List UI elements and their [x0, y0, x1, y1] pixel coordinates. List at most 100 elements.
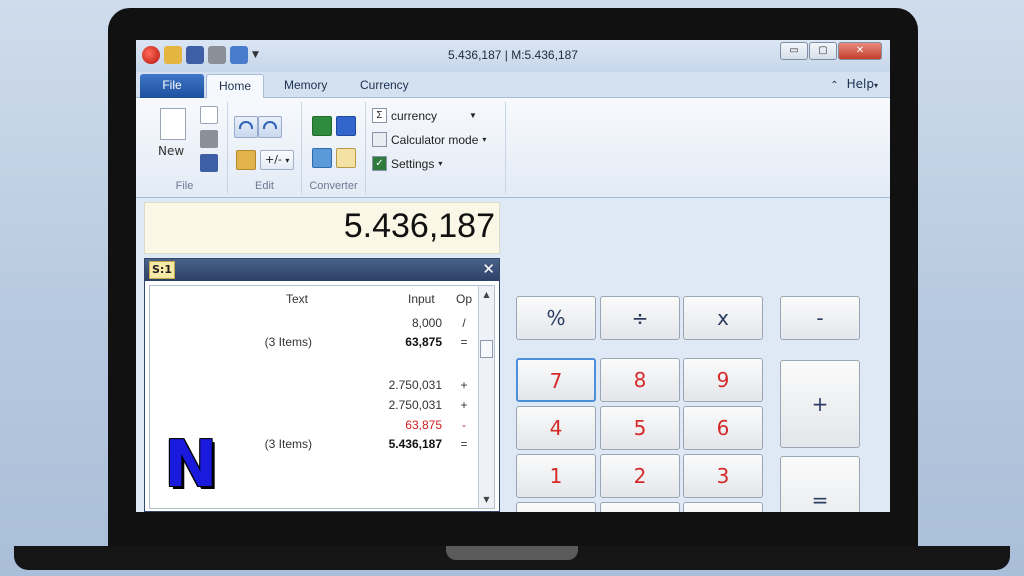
digit-0-button[interactable]: 0 — [516, 502, 596, 512]
result-display: 5.436,187 — [144, 202, 500, 254]
file-group-label: File — [175, 180, 194, 192]
plus-button[interactable]: + — [780, 360, 860, 448]
double-zero-button[interactable]: 00 — [600, 502, 680, 512]
tape-scrollbar[interactable]: ▲ ▼ — [478, 286, 494, 508]
settings-dropdown-icon: ▾ — [438, 159, 443, 168]
help-menu[interactable]: ⌃ Help▾ — [830, 77, 878, 91]
divide-button[interactable]: ÷ — [600, 296, 680, 340]
row-input: 63,875 — [405, 335, 442, 349]
tape-panel: S:1 ✕ Text Input Op 8,000 / (3 Items) 63… — [144, 258, 500, 512]
currency-menu-label: currency — [391, 108, 438, 123]
calculator-mode-menu[interactable]: Calculator mode ▾ — [372, 132, 486, 147]
mode-group: Σ currency ▼ Calculator mode ▾ ✓ Setting… — [368, 102, 506, 194]
currency-menu[interactable]: Σ currency ▼ — [372, 108, 477, 123]
window-controls: ▭ ▢ ✕ — [780, 42, 882, 60]
row-op: + — [460, 378, 468, 392]
title-bar: ▼ 5.436,187 | M:5.436,187 ▭ ▢ ✕ — [136, 40, 890, 72]
tape-list[interactable]: Text Input Op 8,000 / (3 Items) 63,875 =… — [149, 285, 495, 509]
app-window: ▼ 5.436,187 | M:5.436,187 ▭ ▢ ✕ File Hom… — [136, 40, 890, 512]
row-input: 63,875 — [405, 418, 442, 432]
image-export-icon[interactable] — [312, 148, 332, 168]
sign-toggle-button[interactable]: +/- ▾ — [260, 150, 295, 170]
calculator-mode-label: Calculator mode — [391, 132, 479, 147]
row-op: / — [462, 316, 466, 330]
print-icon[interactable] — [200, 130, 218, 148]
row-input: 8,000 — [411, 316, 442, 330]
digit-9-button[interactable]: 9 — [683, 358, 763, 402]
settings-icon: ✓ — [372, 156, 387, 171]
tape-tab[interactable]: S:1 — [149, 261, 175, 279]
tab-currency[interactable]: Currency — [348, 74, 421, 98]
tape-close-icon[interactable]: ✕ — [482, 260, 495, 278]
converter-group-label: Converter — [309, 180, 358, 192]
equals-button[interactable]: = — [780, 456, 860, 512]
multiply-button[interactable]: x — [683, 296, 763, 340]
calculator-mode-icon — [372, 132, 387, 147]
currency-dropdown-icon: ▼ — [469, 111, 477, 120]
percent-button[interactable]: % — [516, 296, 596, 340]
ribbon: New File +/- ▾ Edit Converter Σ currency… — [136, 98, 890, 198]
save-icon[interactable] — [200, 154, 218, 172]
word-export-icon[interactable] — [336, 116, 356, 136]
calculator-mode-dropdown-icon: ▾ — [482, 135, 487, 144]
digit-3-button[interactable]: 3 — [683, 454, 763, 498]
help-dropdown-icon: ▾ — [873, 81, 878, 90]
row-input: 2.750,031 — [388, 398, 442, 412]
new-document-icon[interactable] — [160, 108, 186, 140]
row-op: = — [460, 437, 468, 451]
row-text: (3 Items) — [264, 437, 312, 451]
digit-1-button[interactable]: 1 — [516, 454, 596, 498]
tape-header: S:1 ✕ — [145, 259, 499, 281]
file-group: New File — [142, 102, 228, 194]
digit-5-button[interactable]: 5 — [600, 406, 680, 450]
scroll-down-icon[interactable]: ▼ — [479, 495, 494, 504]
tab-file[interactable]: File — [140, 74, 204, 98]
decimal-comma-button[interactable]: , — [683, 502, 763, 512]
edit-group-label: Edit — [255, 180, 274, 192]
maximize-button[interactable]: ▢ — [809, 42, 837, 60]
digit-6-button[interactable]: 6 — [683, 406, 763, 450]
new-button-label[interactable]: New — [158, 144, 184, 158]
minus-button[interactable]: - — [780, 296, 860, 340]
edit-group: +/- ▾ Edit — [228, 102, 302, 194]
tape-row[interactable]: (3 Items) 63,875 = — [150, 335, 480, 353]
digit-7-button[interactable]: 7 — [516, 358, 596, 402]
keypad: % ÷ x - 7 8 9 + 4 5 6 1 2 3 = 0 00 , — [506, 202, 890, 512]
document-icon[interactable] — [200, 106, 218, 124]
redo-icon[interactable] — [258, 116, 282, 138]
undo-icon[interactable] — [234, 116, 258, 138]
scroll-up-icon[interactable]: ▲ — [479, 290, 494, 299]
sign-dropdown-icon: ▾ — [285, 156, 290, 165]
help-label: Help — [846, 77, 874, 91]
mail-icon[interactable] — [336, 148, 356, 168]
tab-home[interactable]: Home — [206, 74, 265, 98]
close-button[interactable]: ✕ — [838, 42, 882, 60]
digit-8-button[interactable]: 8 — [600, 358, 680, 402]
tape-row[interactable]: 2.750,031 + — [150, 378, 480, 396]
digit-2-button[interactable]: 2 — [600, 454, 680, 498]
converter-group: Converter — [302, 102, 366, 194]
laptop-notch — [446, 546, 578, 560]
ribbon-collapse-icon[interactable]: ⌃ — [830, 80, 838, 91]
ribbon-tab-row: File Home Memory Currency ⌃ Help▾ — [136, 72, 890, 98]
excel-export-icon[interactable] — [312, 116, 332, 136]
row-op: = — [460, 335, 468, 349]
minimize-button[interactable]: ▭ — [780, 42, 808, 60]
column-header-text[interactable]: Text — [286, 292, 308, 306]
sign-toggle-label: +/- — [265, 153, 282, 166]
tab-memory[interactable]: Memory — [272, 74, 339, 98]
row-text: (3 Items) — [264, 335, 312, 349]
scroll-thumb[interactable] — [480, 340, 493, 358]
row-op: + — [460, 398, 468, 412]
digit-4-button[interactable]: 4 — [516, 406, 596, 450]
row-input: 5.436,187 — [388, 437, 442, 451]
tape-row[interactable]: 2.750,031 + — [150, 398, 480, 416]
settings-menu[interactable]: ✓ Settings ▾ — [372, 156, 442, 171]
settings-label: Settings — [391, 156, 435, 171]
tape-row[interactable]: 8,000 / — [150, 316, 480, 334]
display-value: 5.436,187 — [343, 207, 495, 245]
column-header-input[interactable]: Input — [408, 292, 435, 306]
paste-icon[interactable] — [236, 150, 256, 170]
column-header-op[interactable]: Op — [456, 292, 472, 306]
window-title: 5.436,187 | M:5.436,187 — [448, 48, 578, 62]
